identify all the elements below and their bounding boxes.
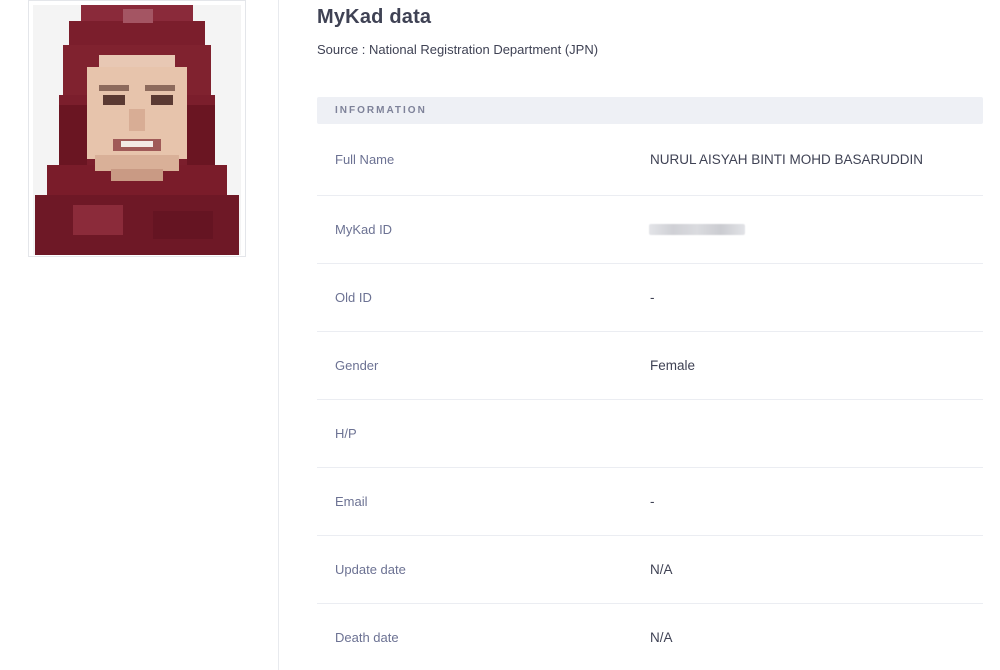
info-label: Email xyxy=(335,494,368,509)
information-card: INFORMATION Full Name NURUL AISYAH BINTI… xyxy=(317,97,983,670)
info-value: - xyxy=(650,290,655,305)
info-value: Female xyxy=(650,358,696,373)
info-value: NURUL AISYAH BINTI MOHD BASARUDDIN xyxy=(650,152,924,167)
profile-photo xyxy=(28,0,246,257)
left-column xyxy=(0,0,279,670)
info-row-full-name: Full Name NURUL AISYAH BINTI MOHD BASARU… xyxy=(317,124,983,196)
info-row-mykad-id: MyKad ID xyxy=(317,196,983,264)
information-heading: INFORMATION xyxy=(317,97,983,124)
info-label: MyKad ID xyxy=(335,222,393,237)
profile-photo-pixelated-icon xyxy=(33,5,241,255)
info-value: N/A xyxy=(650,562,673,577)
info-label: Old ID xyxy=(335,290,372,305)
info-label: Death date xyxy=(335,630,399,645)
info-label: Update date xyxy=(335,562,406,577)
info-label: H/P xyxy=(335,426,357,441)
info-value: - xyxy=(650,494,655,509)
info-row-hp: H/P xyxy=(317,400,983,468)
info-value: N/A xyxy=(650,630,673,645)
info-label: Gender xyxy=(335,358,379,373)
info-row-email: Email - xyxy=(317,468,983,536)
info-label: Full Name xyxy=(335,152,395,167)
info-row-gender: Gender Female xyxy=(317,332,983,400)
info-row-death-date: Death date N/A xyxy=(317,604,983,670)
info-row-old-id: Old ID - xyxy=(317,264,983,332)
page: MyKad data Source : National Registratio… xyxy=(0,0,1000,670)
page-title: MyKad data xyxy=(317,6,432,28)
page-subtitle: Source : National Registration Departmen… xyxy=(317,42,599,57)
info-row-update-date: Update date N/A xyxy=(317,536,983,604)
redacted-value xyxy=(649,223,745,235)
